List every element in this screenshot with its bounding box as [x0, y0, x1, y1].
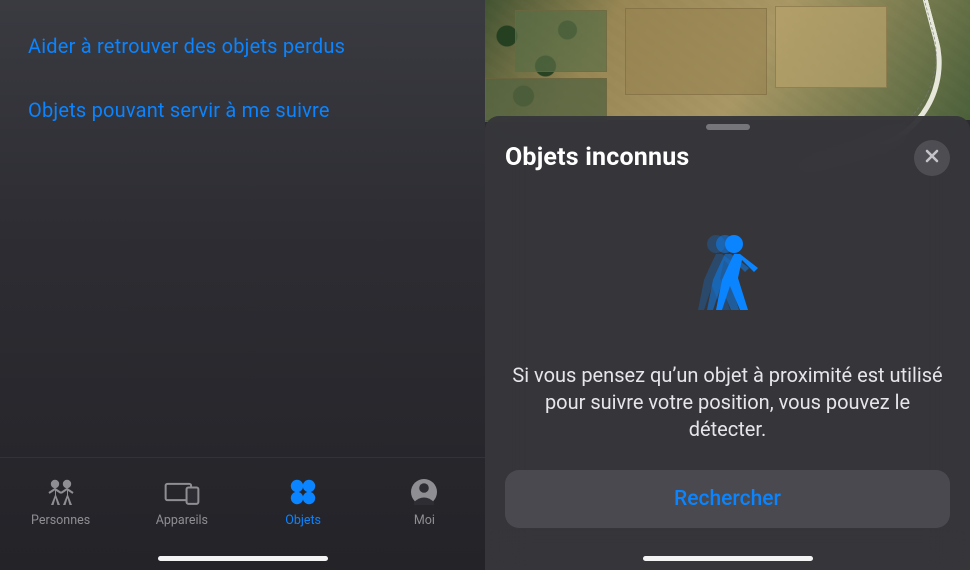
- people-icon: [41, 477, 81, 507]
- sheet-title: Objets inconnus: [505, 143, 914, 172]
- link-help-find-lost-items[interactable]: Aider à retrouver des objets perdus: [28, 14, 457, 78]
- tab-label: Personnes: [31, 513, 90, 528]
- tab-label: Moi: [414, 513, 435, 528]
- items-icon: [283, 477, 323, 507]
- tab-bar: Personnes Appareils: [0, 457, 485, 570]
- tab-label: Appareils: [156, 513, 208, 528]
- home-indicator[interactable]: [158, 556, 328, 561]
- search-button[interactable]: Rechercher: [505, 470, 950, 528]
- tab-devices[interactable]: Appareils: [127, 477, 237, 528]
- home-indicator[interactable]: [643, 556, 813, 561]
- items-options-list: Aider à retrouver des objets perdus Obje…: [0, 0, 485, 142]
- tab-people[interactable]: Personnes: [6, 477, 116, 528]
- right-screen: Objets inconnus: [485, 0, 970, 570]
- left-screen: Aider à retrouver des objets perdus Obje…: [0, 0, 485, 570]
- devices-icon: [162, 477, 202, 507]
- sheet-description: Si vous pensez qu’un objet à proximité e…: [485, 322, 970, 443]
- link-items-that-can-track-me[interactable]: Objets pouvant servir à me suivre: [28, 78, 457, 142]
- me-icon: [404, 477, 444, 507]
- unknown-items-sheet: Objets inconnus: [485, 116, 970, 570]
- tab-me[interactable]: Moi: [369, 477, 479, 528]
- tab-label: Objets: [285, 513, 321, 528]
- walking-person-icon: [668, 232, 788, 322]
- close-icon: [924, 148, 940, 168]
- aerial-map[interactable]: [485, 0, 970, 120]
- tab-items[interactable]: Objets: [248, 477, 358, 528]
- close-button[interactable]: [914, 140, 950, 176]
